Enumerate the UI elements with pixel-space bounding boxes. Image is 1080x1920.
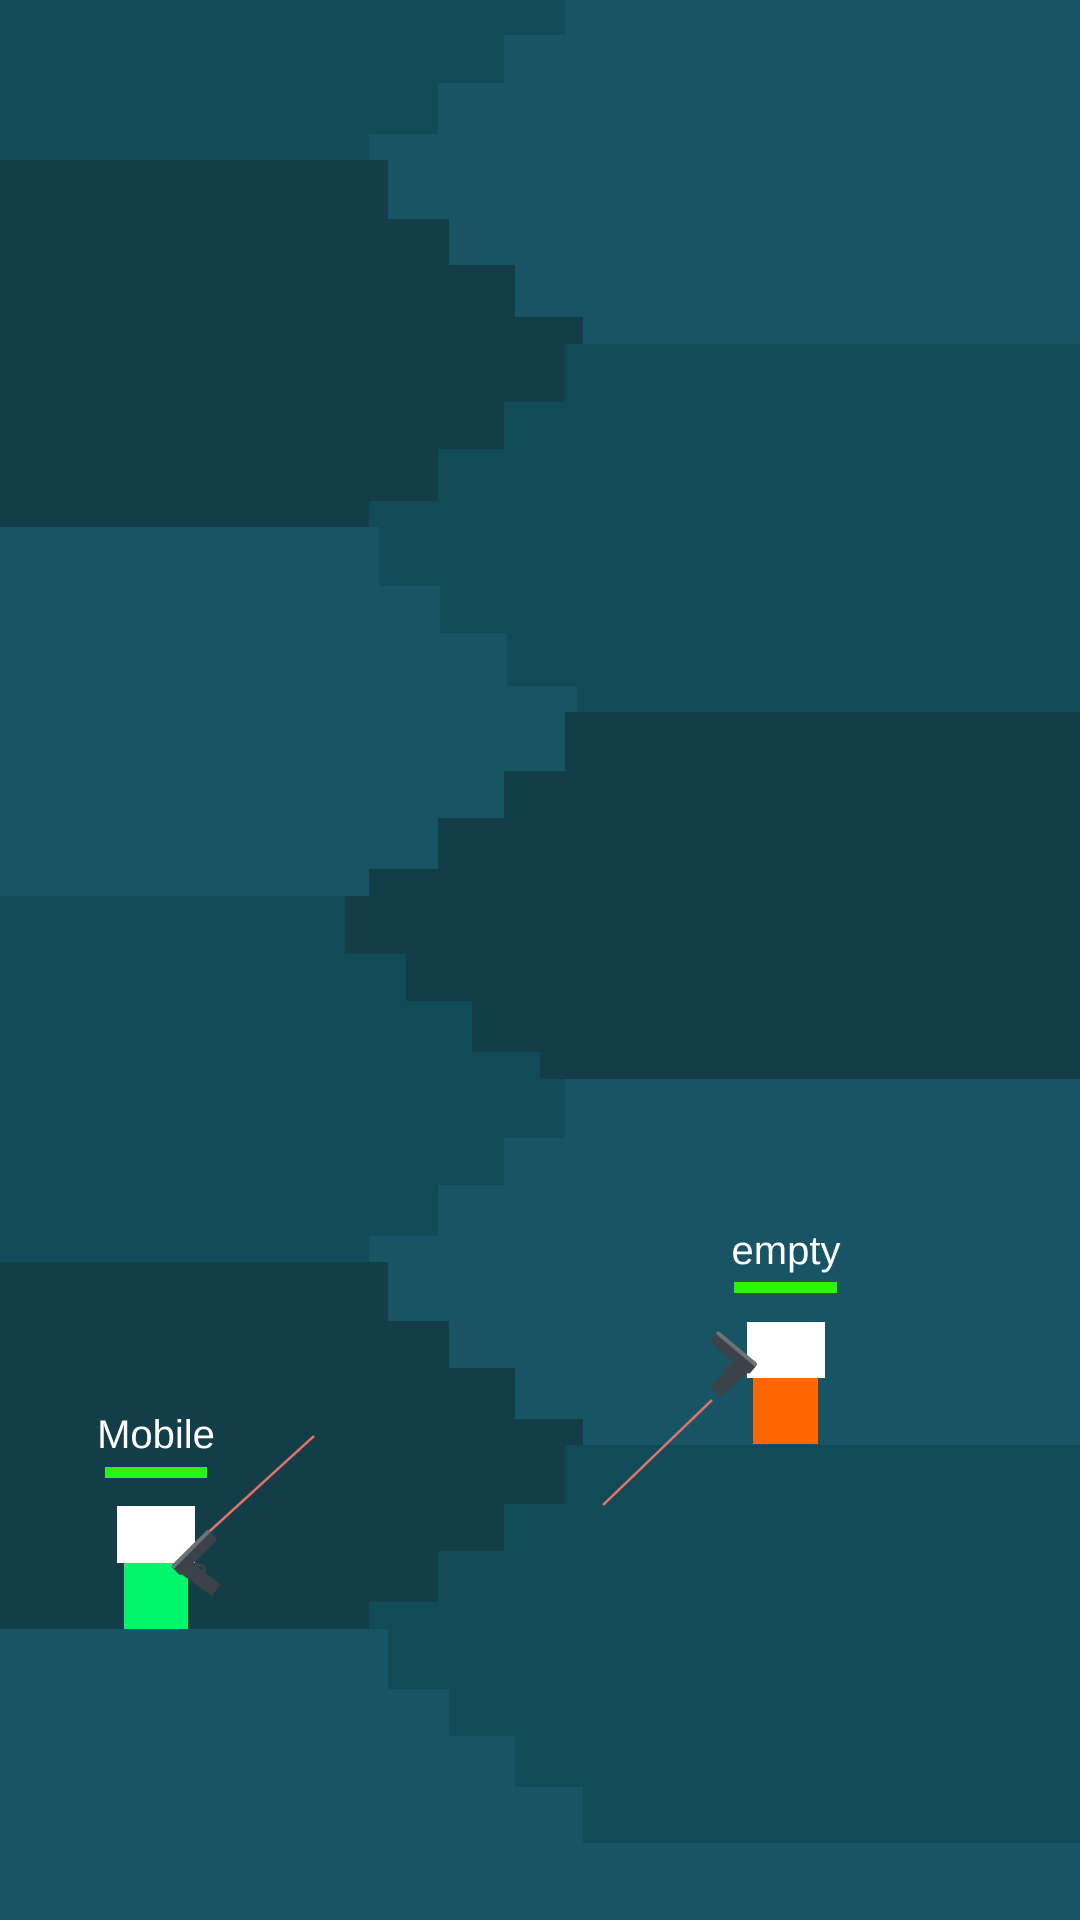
terrain-step-left — [0, 219, 449, 265]
terrain-step-left — [0, 501, 369, 527]
player-name-opponent: empty — [731, 1229, 841, 1273]
terrain-step-right — [504, 402, 1080, 449]
terrain-step-left — [0, 1445, 565, 1504]
terrain-step-right — [406, 954, 1080, 1001]
terrain-step-right — [472, 1001, 1080, 1052]
terrain-step-left — [0, 1504, 504, 1551]
terrain-step-left — [0, 712, 565, 771]
health-bar-local — [105, 1467, 207, 1478]
terrain-step-left — [0, 818, 438, 869]
terrain-step-right — [577, 686, 1080, 712]
terrain-step-right — [369, 134, 1080, 160]
player-name-local: Mobile — [97, 1413, 215, 1457]
terrain-step-left — [0, 1052, 540, 1079]
terrain-step-right — [369, 501, 1080, 527]
pistol-icon — [710, 1331, 758, 1398]
terrain-step-left — [0, 1419, 583, 1445]
terrain-step-right — [583, 317, 1080, 344]
terrain-step-right — [449, 1689, 1080, 1736]
terrain-step-left — [0, 586, 440, 633]
terrain-step-left — [0, 686, 577, 712]
terrain-step-left — [0, 344, 565, 402]
terrain-step-right — [565, 0, 1080, 35]
terrain-step-left — [0, 1321, 449, 1368]
terrain-step-right — [369, 1236, 1080, 1262]
terrain-step-left — [0, 1138, 504, 1185]
terrain-step-left — [0, 1079, 565, 1138]
terrain-bands — [0, 0, 1080, 1920]
terrain-step-right — [438, 449, 1080, 501]
terrain-step-left — [0, 1185, 438, 1236]
terrain-step-right — [583, 1787, 1080, 1843]
terrain-step-right — [438, 83, 1080, 134]
terrain-step-left — [0, 35, 504, 83]
terrain-step-left — [0, 1001, 472, 1052]
terrain-step-left — [0, 896, 345, 954]
terrain-step-right — [369, 869, 1080, 896]
terrain-step-right — [504, 1138, 1080, 1185]
terrain-step-left — [0, 1236, 369, 1262]
terrain-step-right — [583, 1419, 1080, 1445]
terrain-step-right — [565, 1079, 1080, 1138]
terrain-step-right — [438, 1551, 1080, 1602]
terrain-step-left — [0, 83, 438, 134]
terrain-step-right — [388, 160, 1080, 219]
terrain-step-left — [0, 633, 507, 686]
terrain-step-left — [0, 954, 406, 1001]
terrain-step-right — [540, 1052, 1080, 1079]
terrain-step-left — [0, 160, 388, 219]
terrain-step-right — [504, 1504, 1080, 1551]
terrain-step-left — [0, 134, 369, 160]
terrain-step-left — [0, 1689, 449, 1736]
terrain-step-right — [507, 633, 1080, 686]
terrain-step-right — [565, 344, 1080, 402]
terrain-step-left — [0, 1787, 583, 1843]
terrain-step-right — [565, 712, 1080, 771]
terrain-step-left — [0, 1629, 388, 1689]
terrain-step-left — [0, 449, 438, 501]
terrain-step-right — [504, 771, 1080, 818]
terrain-step-right — [565, 1445, 1080, 1504]
terrain-step-right — [449, 219, 1080, 265]
terrain-step-right — [388, 1629, 1080, 1689]
terrain-step-right — [504, 35, 1080, 83]
terrain-step-right — [369, 1602, 1080, 1629]
terrain-step-right — [440, 586, 1080, 633]
terrain-step-left — [0, 869, 369, 896]
terrain-step-right — [345, 896, 1080, 954]
terrain-step-right — [515, 1736, 1080, 1787]
terrain-step-left — [0, 1262, 388, 1321]
terrain-step-left — [0, 0, 565, 35]
game-arena — [0, 0, 1080, 1920]
health-bar-opponent — [734, 1282, 837, 1293]
terrain-step-left — [0, 402, 504, 449]
terrain-step-left — [0, 527, 379, 586]
terrain-step-left — [0, 771, 504, 818]
terrain-step-left — [0, 1736, 515, 1787]
terrain-step-left — [0, 317, 583, 344]
terrain-step-right — [515, 265, 1080, 317]
terrain-step-right — [379, 527, 1080, 586]
terrain-step-right — [438, 818, 1080, 869]
pistol-icon — [171, 1530, 221, 1596]
terrain-step-left — [0, 1368, 515, 1419]
terrain-step-left — [0, 265, 515, 317]
